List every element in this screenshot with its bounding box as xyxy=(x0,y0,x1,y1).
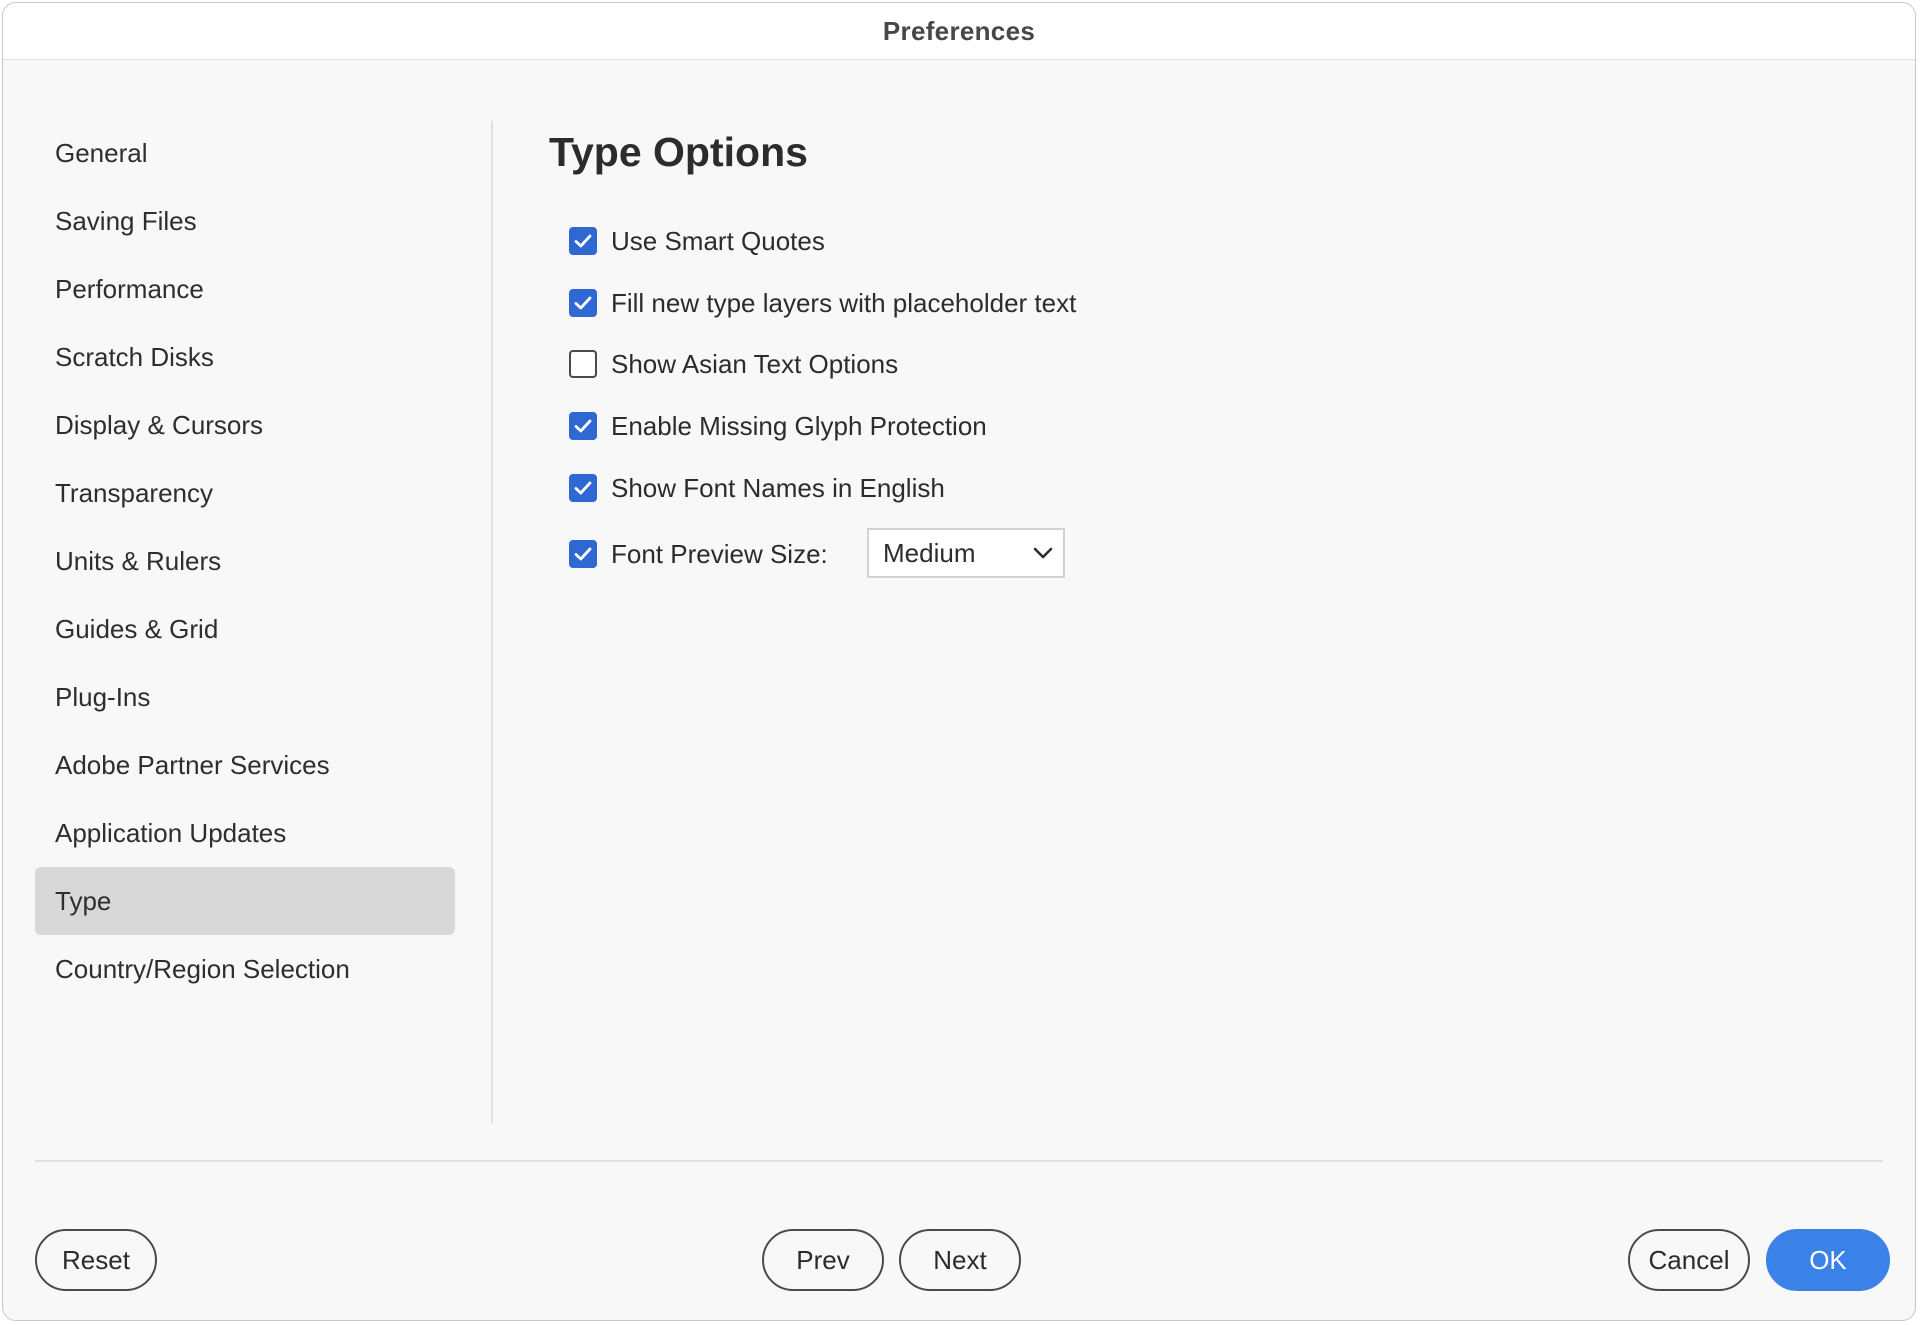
footer-divider xyxy=(35,1160,1883,1162)
sidebar-item-application-updates[interactable]: Application Updates xyxy=(35,799,455,867)
sidebar: General Saving Files Performance Scratch… xyxy=(35,119,455,1003)
fill-placeholder-checkbox[interactable] xyxy=(569,289,597,317)
type-options-panel: Type Options Use Smart Quotes Fill new t… xyxy=(549,121,1875,578)
window-title: Preferences xyxy=(882,15,1036,46)
reset-button[interactable]: Reset xyxy=(35,1229,157,1291)
sidebar-item-country-region[interactable]: Country/Region Selection xyxy=(35,935,455,1003)
option-use-smart-quotes: Use Smart Quotes xyxy=(569,221,825,261)
sidebar-item-performance[interactable]: Performance xyxy=(35,255,455,323)
preferences-window: Preferences General Saving Files Perform… xyxy=(2,2,1916,1321)
chevron-down-icon xyxy=(1033,547,1053,559)
sidebar-divider xyxy=(491,121,493,1123)
font-names-english-checkbox[interactable] xyxy=(569,474,597,502)
option-show-asian-text: Show Asian Text Options xyxy=(569,344,898,384)
option-missing-glyph: Enable Missing Glyph Protection xyxy=(569,406,987,446)
sidebar-item-saving-files[interactable]: Saving Files xyxy=(35,187,455,255)
sidebar-item-type[interactable]: Type xyxy=(35,867,455,935)
sidebar-item-scratch-disks[interactable]: Scratch Disks xyxy=(35,323,455,391)
section-title: Type Options xyxy=(549,129,808,175)
option-font-names-english: Show Font Names in English xyxy=(569,468,945,508)
sidebar-item-guides-grid[interactable]: Guides & Grid xyxy=(35,595,455,663)
missing-glyph-checkbox[interactable] xyxy=(569,412,597,440)
font-preview-size-label: Font Preview Size: xyxy=(611,538,828,569)
sidebar-item-adobe-partner-services[interactable]: Adobe Partner Services xyxy=(35,731,455,799)
show-asian-text-checkbox[interactable] xyxy=(569,350,597,378)
checkmark-icon xyxy=(574,547,592,561)
font-preview-size-value: Medium xyxy=(883,537,976,568)
fill-placeholder-label: Fill new type layers with placeholder te… xyxy=(611,287,1077,318)
checkmark-icon xyxy=(574,419,592,433)
font-preview-size-select[interactable]: Medium xyxy=(867,528,1065,578)
cancel-button[interactable]: Cancel xyxy=(1628,1229,1750,1291)
option-fill-placeholder: Fill new type layers with placeholder te… xyxy=(569,283,1076,323)
option-font-preview-size: Font Preview Size: Medium xyxy=(569,528,1169,578)
checkmark-icon xyxy=(574,234,592,248)
sidebar-item-display-cursors[interactable]: Display & Cursors xyxy=(35,391,455,459)
sidebar-item-general[interactable]: General xyxy=(35,119,455,187)
title-bar: Preferences xyxy=(3,3,1915,60)
use-smart-quotes-checkbox[interactable] xyxy=(569,227,597,255)
ok-button[interactable]: OK xyxy=(1766,1229,1890,1291)
checkmark-icon xyxy=(574,296,592,310)
next-button[interactable]: Next xyxy=(899,1229,1021,1291)
prev-button[interactable]: Prev xyxy=(762,1229,884,1291)
checkmark-icon xyxy=(574,481,592,495)
missing-glyph-label: Enable Missing Glyph Protection xyxy=(611,410,987,441)
sidebar-item-units-rulers[interactable]: Units & Rulers xyxy=(35,527,455,595)
sidebar-item-transparency[interactable]: Transparency xyxy=(35,459,455,527)
show-asian-text-label: Show Asian Text Options xyxy=(611,348,899,379)
use-smart-quotes-label: Use Smart Quotes xyxy=(611,225,825,256)
font-names-english-label: Show Font Names in English xyxy=(611,472,945,503)
font-preview-size-checkbox[interactable] xyxy=(569,540,597,568)
sidebar-item-plug-ins[interactable]: Plug-Ins xyxy=(35,663,455,731)
